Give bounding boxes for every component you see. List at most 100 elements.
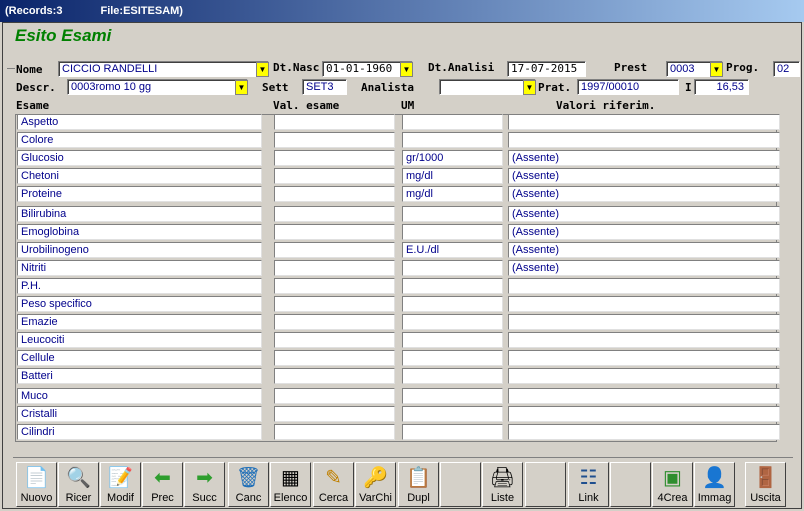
nuovo-button[interactable]: 📄 Nuovo [16, 462, 57, 507]
cell-um[interactable]: E.U./dl [402, 242, 503, 258]
cell-um[interactable]: mg/dl [402, 168, 503, 184]
cell-val[interactable] [274, 260, 395, 276]
cell-um[interactable] [402, 206, 503, 222]
cell-esame[interactable]: Emazie [17, 314, 262, 330]
cell-val[interactable] [274, 332, 395, 348]
cell-val[interactable] [274, 186, 395, 202]
cell-esame[interactable]: Bilirubina [17, 206, 262, 222]
cell-rif[interactable] [508, 406, 780, 422]
cell-rif[interactable]: (Assente) [508, 168, 780, 184]
elenco-button[interactable]: ▦ Elenco [270, 462, 311, 507]
cell-val[interactable] [274, 368, 395, 384]
cell-val[interactable] [274, 132, 395, 148]
cell-um[interactable] [402, 114, 503, 130]
cell-rif[interactable] [508, 296, 780, 312]
analista-dropdown-arrow[interactable]: ▼ [523, 80, 536, 95]
cell-rif[interactable] [508, 388, 780, 404]
cell-val[interactable] [274, 406, 395, 422]
dtanalisi-field[interactable]: 17-07-2015 [507, 61, 586, 77]
empty-button-2[interactable] [525, 462, 566, 507]
cell-um[interactable] [402, 406, 503, 422]
cell-val[interactable] [274, 424, 395, 440]
empty-button-3[interactable] [610, 462, 651, 507]
cell-esame[interactable]: Proteine [17, 186, 262, 202]
cell-esame[interactable]: Emoglobina [17, 224, 262, 240]
cell-um[interactable] [402, 350, 503, 366]
prog-field[interactable]: 02 [773, 61, 800, 77]
cell-esame[interactable]: Glucosio [17, 150, 262, 166]
cell-val[interactable] [274, 388, 395, 404]
empty-button-1[interactable] [440, 462, 481, 507]
cell-um[interactable] [402, 388, 503, 404]
cell-um[interactable] [402, 296, 503, 312]
cell-um[interactable] [402, 132, 503, 148]
cell-rif[interactable] [508, 424, 780, 440]
cell-rif[interactable]: (Assente) [508, 224, 780, 240]
prec-button[interactable]: ⬅ Prec [142, 462, 183, 507]
cell-esame[interactable]: Muco [17, 388, 262, 404]
cell-um[interactable] [402, 314, 503, 330]
cell-esame[interactable]: Urobilinogeno [17, 242, 262, 258]
cell-val[interactable] [274, 314, 395, 330]
cell-rif[interactable] [508, 278, 780, 294]
cell-esame[interactable]: Leucociti [17, 332, 262, 348]
cell-esame[interactable]: Colore [17, 132, 262, 148]
cell-rif[interactable]: (Assente) [508, 186, 780, 202]
cell-rif[interactable] [508, 368, 780, 384]
cell-esame[interactable]: Aspetto [17, 114, 262, 130]
cell-esame[interactable]: Batteri [17, 368, 262, 384]
cell-rif[interactable]: (Assente) [508, 260, 780, 276]
cell-um[interactable] [402, 368, 503, 384]
cell-um[interactable]: gr/1000 [402, 150, 503, 166]
crea-button[interactable]: ▣ 4Crea [652, 462, 693, 507]
prat-field[interactable]: 1997/00010 [577, 79, 679, 95]
cell-val[interactable] [274, 168, 395, 184]
analista-field[interactable] [439, 79, 536, 95]
cell-esame[interactable]: Cilindri [17, 424, 262, 440]
cell-rif[interactable] [508, 114, 780, 130]
prest-dropdown-arrow[interactable]: ▼ [710, 62, 723, 77]
cell-esame[interactable]: Cellule [17, 350, 262, 366]
succ-button[interactable]: ➡ Succ [184, 462, 225, 507]
nome-field[interactable]: CICCIO RANDELLI [58, 61, 269, 77]
descr-field[interactable]: 0003romo 10 gg [67, 79, 248, 95]
i-field[interactable]: 16,53 [694, 79, 749, 95]
cell-rif[interactable]: (Assente) [508, 150, 780, 166]
cell-um[interactable]: mg/dl [402, 186, 503, 202]
cell-esame[interactable]: Peso specifico [17, 296, 262, 312]
cell-um[interactable] [402, 424, 503, 440]
cell-val[interactable] [274, 350, 395, 366]
cerca-button[interactable]: ✎ Cerca [313, 462, 354, 507]
canc-button[interactable]: 🗑 Canc [228, 462, 269, 507]
cell-rif[interactable]: (Assente) [508, 242, 780, 258]
modif-button[interactable]: 📝 Modif [100, 462, 141, 507]
cell-val[interactable] [274, 206, 395, 222]
cell-esame[interactable]: Cristalli [17, 406, 262, 422]
cell-um[interactable] [402, 278, 503, 294]
link-button[interactable]: ☷ Link [568, 462, 609, 507]
cell-val[interactable] [274, 296, 395, 312]
cell-rif[interactable] [508, 132, 780, 148]
liste-button[interactable]: 🖨 Liste [482, 462, 523, 507]
cell-val[interactable] [274, 114, 395, 130]
cell-esame[interactable]: Chetoni [17, 168, 262, 184]
cell-val[interactable] [274, 224, 395, 240]
cell-esame[interactable]: Nitriti [17, 260, 262, 276]
ricer-button[interactable]: 🔍 Ricer [58, 462, 99, 507]
cell-val[interactable] [274, 242, 395, 258]
cell-rif[interactable] [508, 314, 780, 330]
descr-dropdown-arrow[interactable]: ▼ [235, 80, 248, 95]
cell-rif[interactable] [508, 350, 780, 366]
cell-um[interactable] [402, 224, 503, 240]
cell-val[interactable] [274, 278, 395, 294]
dupl-button[interactable]: 📋 Dupl [398, 462, 439, 507]
dtnasc-dropdown-arrow[interactable]: ▼ [400, 62, 413, 77]
varchi-button[interactable]: 🔑 VarChi [355, 462, 396, 507]
cell-val[interactable] [274, 150, 395, 166]
nome-dropdown-arrow[interactable]: ▼ [256, 62, 269, 77]
uscita-button[interactable]: 🚪 Uscita [745, 462, 786, 507]
cell-rif[interactable]: (Assente) [508, 206, 780, 222]
cell-rif[interactable] [508, 332, 780, 348]
cell-esame[interactable]: P.H. [17, 278, 262, 294]
cell-um[interactable] [402, 260, 503, 276]
